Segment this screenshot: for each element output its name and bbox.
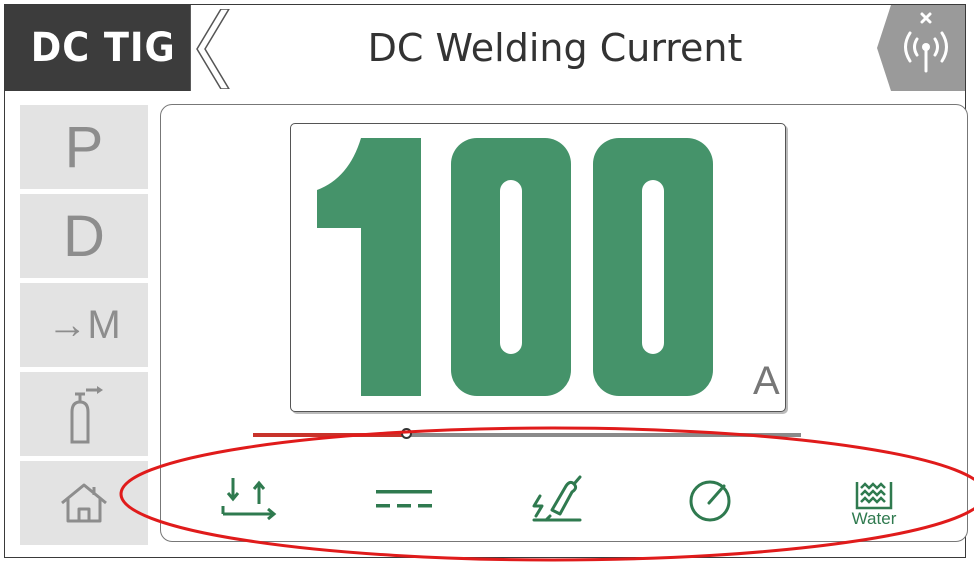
- sidebar-item-display[interactable]: D: [20, 194, 148, 278]
- slider-fill: [253, 433, 407, 437]
- dc-output-button[interactable]: [372, 474, 436, 524]
- mode-badge[interactable]: DC TIG: [5, 5, 191, 91]
- gauge-button[interactable]: [685, 474, 739, 524]
- trigger-mode-icon: [221, 478, 277, 521]
- water-label: Water: [851, 508, 897, 528]
- current-slider[interactable]: [253, 433, 801, 437]
- torch-button[interactable]: [530, 474, 586, 524]
- gas-bottle-icon: [70, 386, 103, 444]
- sidebar-item-label: →M: [47, 302, 121, 347]
- gauge-icon: [689, 480, 731, 522]
- back-chevron-icon[interactable]: [191, 9, 231, 89]
- dc-output-icon: [376, 490, 432, 508]
- water-cooling-icon: [855, 481, 893, 509]
- sidebar-item-label: D: [63, 203, 105, 269]
- home-icon: [61, 483, 107, 523]
- sidebar-item-label: P: [64, 114, 104, 180]
- water-cooling-button[interactable]: Water: [844, 474, 904, 532]
- current-value-graphic: [317, 138, 713, 396]
- sidebar-item-home[interactable]: [20, 461, 148, 545]
- top-bar: DC TIG DC Welding Current: [5, 5, 965, 91]
- current-display[interactable]: A: [290, 123, 786, 412]
- sidebar-item-memory[interactable]: →M: [20, 283, 148, 367]
- sidebar-item-program[interactable]: P: [20, 105, 148, 189]
- sidebar-item-gas[interactable]: [20, 372, 148, 456]
- value-digit: [317, 138, 421, 396]
- page-title: DC Welding Current: [367, 26, 743, 70]
- trigger-mode-button[interactable]: [219, 474, 279, 524]
- value-digit: [451, 138, 571, 396]
- torch-icon: [532, 475, 582, 522]
- value-digit: [593, 138, 713, 396]
- wireless-remote-icon[interactable]: [877, 5, 965, 91]
- current-unit: A: [753, 359, 780, 403]
